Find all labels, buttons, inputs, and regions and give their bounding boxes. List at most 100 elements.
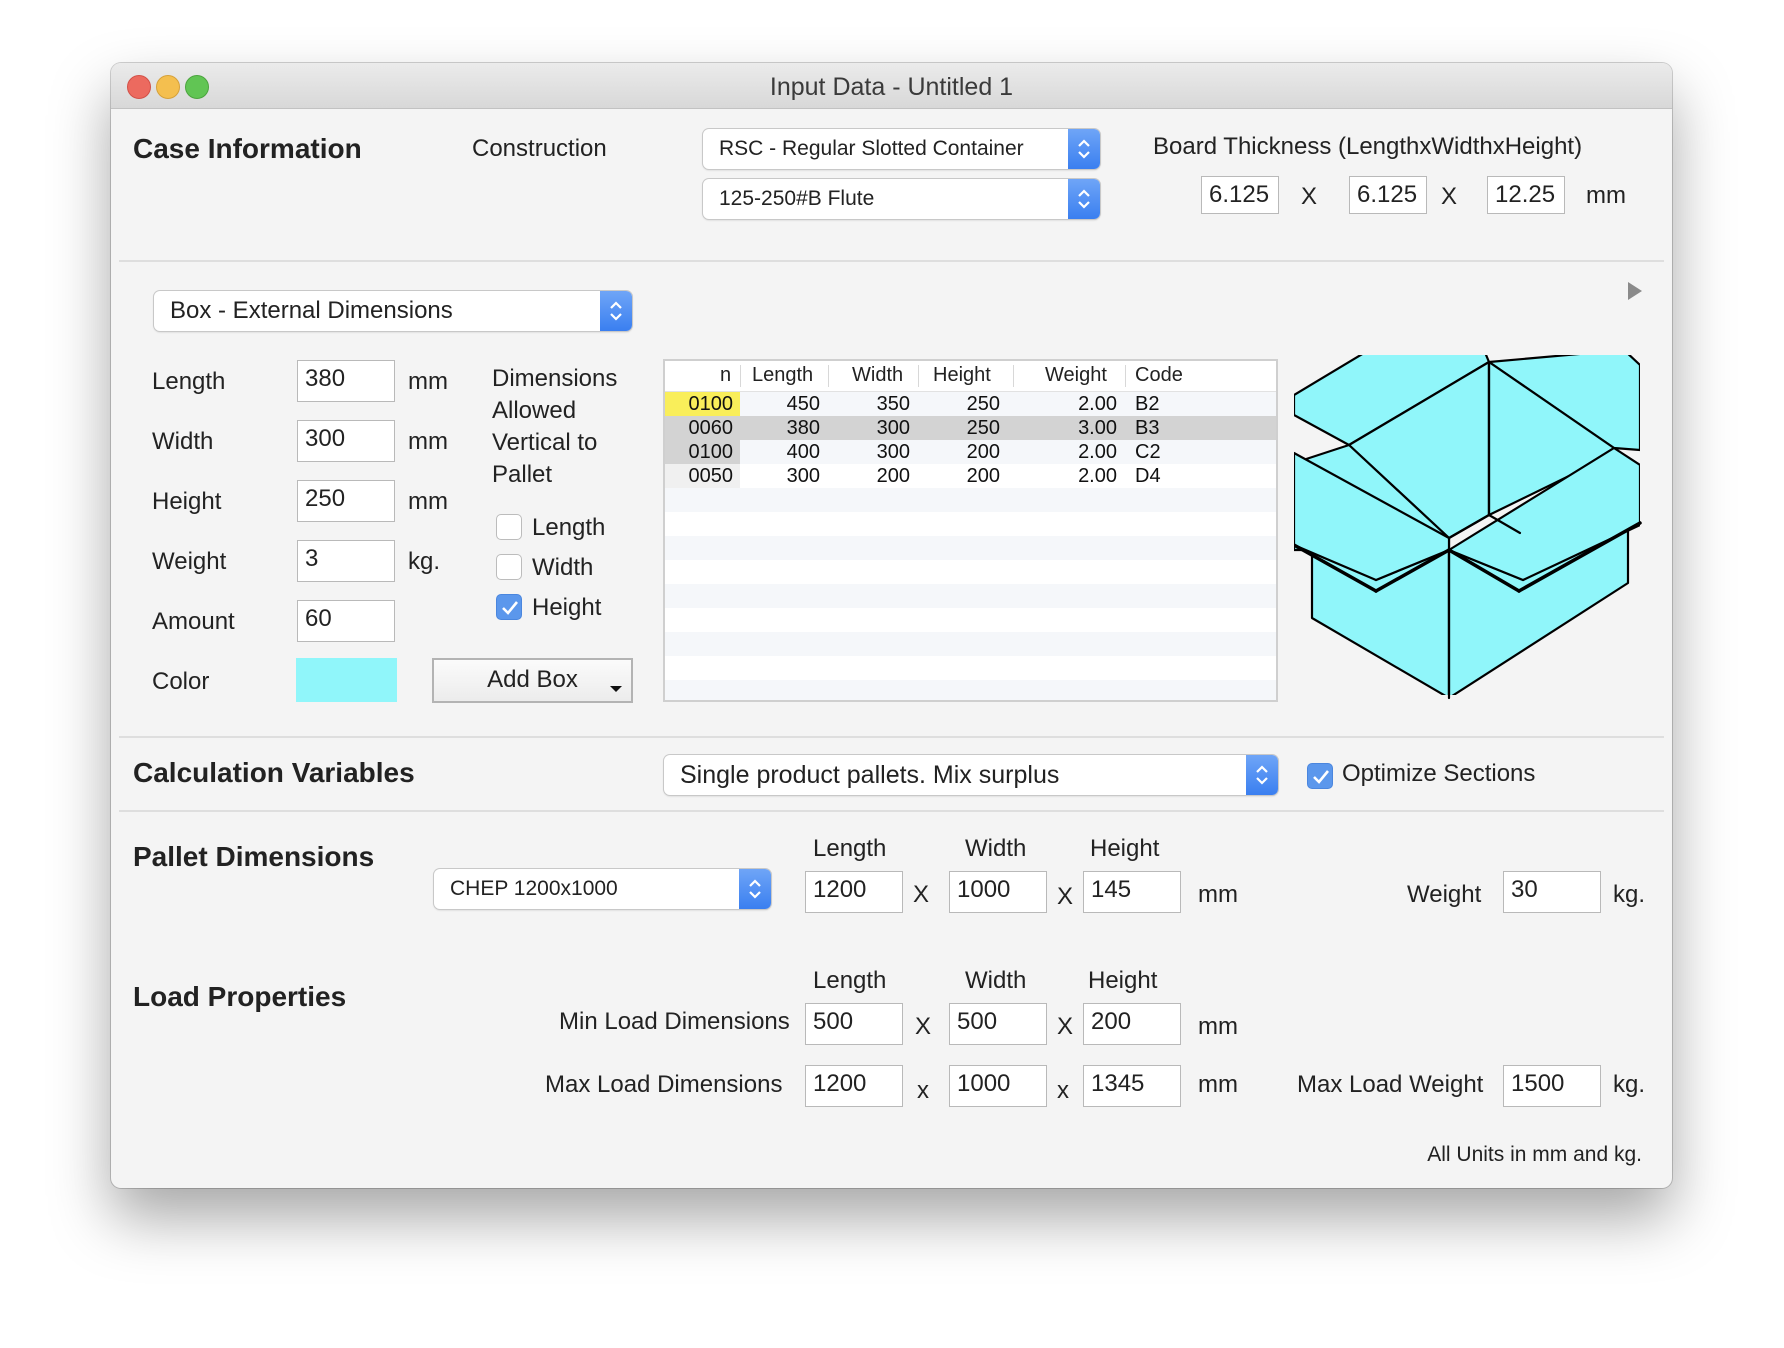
- table-cell-width: 300: [876, 441, 910, 463]
- up-down-chevron-icon: [600, 291, 632, 331]
- vertical-label-line: Allowed: [492, 397, 577, 424]
- calculation-variables-heading: Calculation Variables: [133, 757, 415, 788]
- calculation-mode-select[interactable]: Single product pallets. Mix surplus: [664, 755, 1278, 795]
- load-width-header: Width: [965, 967, 1027, 994]
- box-color-well[interactable]: [296, 658, 397, 702]
- table-cell-width: 300: [876, 417, 910, 439]
- box-length-unit: mm: [408, 368, 448, 395]
- vertical-length-checkbox[interactable]: [496, 514, 522, 540]
- column-header-height[interactable]: Height: [933, 364, 991, 387]
- box-height-input[interactable]: 250: [297, 480, 395, 522]
- table-row[interactable]: 0100 400 300 200 2.00 C2: [665, 440, 1276, 464]
- board-thickness-unit: mm: [1586, 182, 1626, 209]
- pallet-weight-input[interactable]: 30: [1503, 871, 1601, 913]
- column-header-width[interactable]: Width: [852, 364, 903, 387]
- pallet-length-header: Length: [813, 835, 887, 862]
- add-box-button[interactable]: Add Box: [432, 658, 633, 703]
- table-cell-length: 380: [786, 417, 820, 439]
- column-header-n[interactable]: n: [720, 364, 731, 387]
- construction-select[interactable]: RSC - Regular Slotted Container: [703, 129, 1100, 169]
- open-box-illustration-icon: [1292, 355, 1654, 710]
- box-weight-input[interactable]: 3: [297, 540, 395, 582]
- vertical-width-checkbox[interactable]: [496, 554, 522, 580]
- times-separator: x: [1057, 1077, 1069, 1104]
- table-cell-height: 250: [966, 393, 1000, 415]
- section-divider: [119, 810, 1664, 812]
- box-amount-input[interactable]: 60: [297, 600, 395, 642]
- table-cell-n: 0060: [688, 417, 734, 439]
- column-header-length[interactable]: Length: [752, 364, 813, 387]
- flute-select[interactable]: 125-250#B Flute: [703, 179, 1100, 219]
- vertical-label-line: Vertical to: [492, 429, 598, 456]
- min-load-dimensions-label: Min Load Dimensions: [559, 1008, 790, 1035]
- table-cell-weight: 3.00: [1078, 417, 1117, 439]
- box-width-input[interactable]: 300: [297, 420, 395, 462]
- board-thickness-length-input[interactable]: 6.125: [1201, 176, 1279, 214]
- min-load-height-input[interactable]: 200: [1083, 1003, 1181, 1045]
- board-thickness-height-input[interactable]: 12.25: [1487, 176, 1565, 214]
- optimize-sections-checkbox[interactable]: [1307, 763, 1333, 789]
- pallet-length-input[interactable]: 1200: [805, 871, 903, 913]
- table-cell-weight: 2.00: [1078, 393, 1117, 415]
- min-load-length-input[interactable]: 500: [805, 1003, 903, 1045]
- table-cell-weight: 2.00: [1078, 465, 1117, 487]
- vertical-label-line: Pallet: [492, 461, 553, 488]
- times-separator: X: [1301, 183, 1318, 210]
- column-header-weight[interactable]: Weight: [1045, 364, 1107, 387]
- load-properties-heading: Load Properties: [133, 981, 347, 1012]
- add-box-button-label: Add Box: [487, 666, 578, 693]
- table-cell-n: 0100: [688, 441, 734, 463]
- dropdown-arrow-icon: [610, 686, 622, 692]
- box-length-input[interactable]: 380: [297, 360, 395, 402]
- table-row[interactable]: 0050 300 200 200 2.00 D4: [665, 464, 1276, 488]
- vertical-width-label: Width: [532, 554, 594, 581]
- units-footnote: All Units in mm and kg.: [1427, 1143, 1642, 1166]
- min-load-width-input[interactable]: 500: [949, 1003, 1047, 1045]
- pallet-width-input[interactable]: 1000: [949, 871, 1047, 913]
- pallet-dimensions-heading: Pallet Dimensions: [133, 841, 375, 872]
- times-separator: X: [1441, 183, 1458, 210]
- box-list-table[interactable]: n Length Width Height Weight Code 0100 45…: [663, 359, 1278, 702]
- pallet-type-value: CHEP 1200x1000: [450, 877, 618, 900]
- construction-select-value: RSC - Regular Slotted Container: [719, 137, 1024, 160]
- times-separator: X: [1057, 883, 1074, 910]
- max-load-width-input[interactable]: 1000: [949, 1065, 1047, 1107]
- box-dimension-type-select[interactable]: Box - External Dimensions: [154, 291, 632, 331]
- table-cell-n: 0050: [688, 465, 734, 487]
- pallet-height-header: Height: [1090, 835, 1160, 862]
- empty-table-row: [665, 656, 1276, 680]
- box-height-unit: mm: [408, 488, 448, 515]
- max-load-height-input[interactable]: 1345: [1083, 1065, 1181, 1107]
- pallet-type-select[interactable]: CHEP 1200x1000: [434, 869, 771, 909]
- pallet-dimension-unit: mm: [1198, 881, 1238, 908]
- empty-table-row: [665, 560, 1276, 584]
- box-amount-label: Amount: [152, 608, 235, 635]
- table-cell-width: 200: [876, 465, 910, 487]
- table-cell-height: 200: [966, 465, 1000, 487]
- box-width-unit: mm: [408, 428, 448, 455]
- table-cell-height: 200: [966, 441, 1000, 463]
- box-height-label: Height: [152, 488, 222, 515]
- table-row[interactable]: 0060 380 300 250 3.00 B3: [665, 416, 1276, 440]
- table-row[interactable]: 0100 450 350 250 2.00 B2: [665, 392, 1276, 416]
- max-load-dimensions-label: Max Load Dimensions: [545, 1071, 783, 1098]
- vertical-height-checkbox[interactable]: [496, 594, 522, 620]
- flute-select-value: 125-250#B Flute: [719, 187, 875, 210]
- up-down-chevron-icon: [1068, 179, 1100, 219]
- max-load-unit: mm: [1198, 1071, 1238, 1098]
- max-load-length-input[interactable]: 1200: [805, 1065, 903, 1107]
- column-header-code[interactable]: Code: [1135, 364, 1183, 387]
- disclosure-triangle-icon[interactable]: [1627, 281, 1643, 306]
- pallet-height-input[interactable]: 145: [1083, 871, 1181, 913]
- up-down-chevron-icon: [1068, 129, 1100, 169]
- table-cell-length: 400: [786, 441, 820, 463]
- max-load-weight-label: Max Load Weight: [1297, 1071, 1484, 1098]
- table-header: n Length Width Height Weight Code: [665, 361, 1276, 392]
- board-thickness-width-input[interactable]: 6.125: [1349, 176, 1427, 214]
- pallet-weight-label: Weight: [1407, 881, 1482, 908]
- box-weight-label: Weight: [152, 548, 227, 575]
- empty-table-row: [665, 632, 1276, 656]
- pallet-weight-unit: kg.: [1613, 881, 1646, 908]
- max-load-weight-input[interactable]: 1500: [1503, 1065, 1601, 1107]
- empty-table-row: [665, 488, 1276, 512]
